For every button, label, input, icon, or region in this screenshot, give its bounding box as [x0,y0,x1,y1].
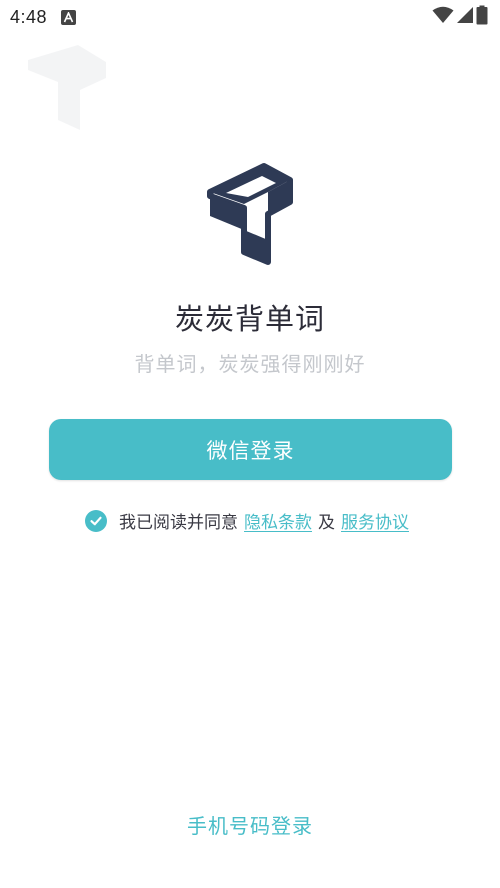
privacy-policy-link[interactable]: 隐私条款 [244,508,312,533]
signal-icon [456,6,474,28]
status-time: 4:48 [10,6,48,27]
agreement-checkbox[interactable] [85,509,107,532]
status-bar: 4:48 [0,0,500,34]
a-launcher-icon [61,9,77,25]
check-icon [90,516,102,525]
t-block-logo-icon [204,160,296,272]
agreement-prefix: 我已阅读并同意 [119,513,238,533]
agreement-and: 及 [318,513,335,533]
status-left: 4:48 [10,6,77,28]
app-slogan: 背单词，炭炭强得刚刚好 [134,352,366,376]
app-name: 炭炭背单词 [174,302,325,336]
wifi-icon [432,6,454,28]
wechat-login-button[interactable]: 微信登录 [49,419,452,480]
phone-login-link[interactable]: 手机号码登录 [0,810,500,839]
agreement-row: 我已阅读并同意 隐私条款 及 服务协议 [0,508,500,533]
service-agreement-link[interactable]: 服务协议 [341,508,409,533]
battery-icon [476,5,488,29]
watermark-logo-icon [18,40,113,135]
status-right [432,5,488,29]
